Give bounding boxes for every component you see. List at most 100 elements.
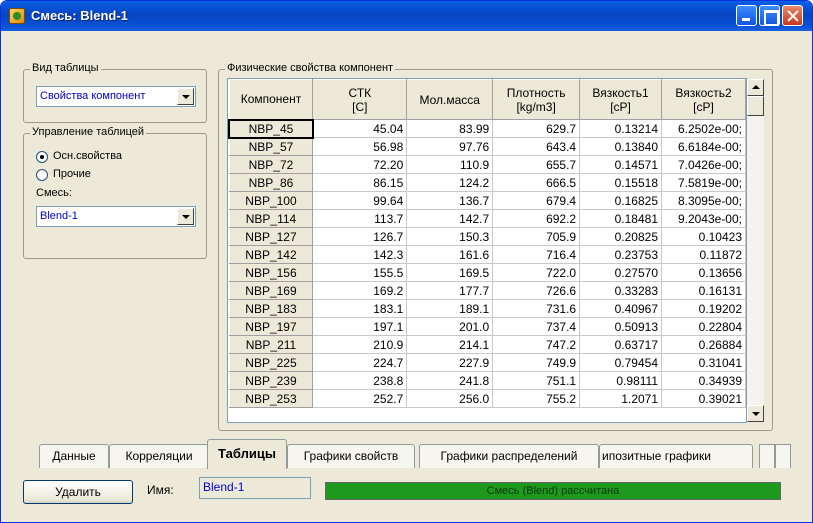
table-cell[interactable]: 142.3 [312, 245, 408, 264]
table-cell[interactable]: 238.8 [312, 371, 408, 390]
table-cell[interactable]: 224.7 [312, 353, 408, 372]
column-header-viscosity1[interactable]: Вязкость1 [cP] [579, 79, 663, 120]
component-name-cell[interactable]: NBP_183 [228, 299, 314, 318]
table-cell[interactable]: 161.6 [406, 245, 494, 264]
table-cell[interactable]: 142.7 [406, 209, 494, 228]
component-name-cell[interactable]: NBP_225 [228, 353, 314, 372]
close-button[interactable] [782, 5, 803, 26]
table-cell[interactable]: 99.64 [312, 191, 408, 210]
table-cell[interactable]: 8.3095e-00; [661, 191, 746, 210]
table-cell[interactable]: 210.9 [312, 335, 408, 354]
component-name-cell[interactable]: NBP_127 [228, 227, 314, 246]
maximize-button[interactable] [759, 5, 780, 26]
table-cell[interactable]: 666.5 [492, 173, 581, 192]
scroll-up-arrow-icon[interactable] [747, 79, 764, 96]
table-row[interactable]: NBP_169 169.2 177.7 726.6 0.33283 0.16131 [228, 281, 746, 300]
table-cell[interactable]: 124.2 [406, 173, 494, 192]
radio-other[interactable]: Прочие [36, 167, 186, 183]
tab-property-charts[interactable]: Графики свойств [287, 444, 415, 468]
table-cell[interactable]: 97.76 [406, 137, 494, 156]
table-cell[interactable]: 110.9 [406, 155, 494, 174]
table-cell[interactable]: 747.2 [492, 335, 581, 354]
table-cell[interactable]: 0.16825 [579, 191, 663, 210]
table-cell[interactable]: 189.1 [406, 299, 494, 318]
table-cell[interactable]: 72.20 [312, 155, 408, 174]
minimize-button[interactable] [736, 5, 757, 26]
radio-main-properties[interactable]: Осн.свойства [36, 149, 186, 165]
table-cell[interactable]: 722.0 [492, 263, 581, 282]
table-cell[interactable]: 7.0426e-00; [661, 155, 746, 174]
table-cell[interactable]: 0.13840 [579, 137, 663, 156]
table-cell[interactable]: 155.5 [312, 263, 408, 282]
table-row[interactable]: NBP_86 86.15 124.2 666.5 0.15518 7.5819e-00; [228, 173, 746, 192]
table-cell[interactable]: 0.11872 [661, 245, 746, 264]
table-row[interactable]: NBP_127 126.7 150.3 705.9 0.20825 0.10423 [228, 227, 746, 246]
table-cell[interactable]: 45.04 [312, 119, 408, 138]
table-cell[interactable]: 0.10423 [661, 227, 746, 246]
scroll-down-arrow-icon[interactable] [747, 405, 764, 422]
table-cell[interactable]: 0.27570 [579, 263, 663, 282]
component-name-cell[interactable]: NBP_72 [228, 155, 314, 174]
table-row[interactable]: NBP_114 113.7 142.7 692.2 0.18481 9.2043e-00; [228, 209, 746, 228]
table-cell[interactable]: 716.4 [492, 245, 581, 264]
table-cell[interactable]: 679.4 [492, 191, 581, 210]
component-name-cell[interactable]: NBP_142 [228, 245, 314, 264]
table-cell[interactable]: 737.4 [492, 317, 581, 336]
view-type-select[interactable]: Свойства компонент [36, 86, 196, 107]
table-cell[interactable]: 0.13214 [579, 119, 663, 138]
table-cell[interactable]: 0.31041 [661, 353, 746, 372]
component-name-cell[interactable]: NBP_45 [228, 118, 314, 139]
name-field[interactable]: Blend-1 [199, 477, 311, 499]
component-name-cell[interactable]: NBP_239 [228, 371, 314, 390]
delete-button[interactable]: Удалить [23, 480, 133, 504]
table-cell[interactable]: 0.40967 [579, 299, 663, 318]
tab-composite-charts[interactable]: ипозитные графики [599, 444, 753, 468]
component-name-cell[interactable]: NBP_86 [228, 173, 314, 192]
table-row[interactable]: NBP_225 224.7 227.9 749.9 0.79454 0.31041 [228, 353, 746, 372]
table-cell[interactable]: 197.1 [312, 317, 408, 336]
table-row[interactable]: NBP_57 56.98 97.76 643.4 0.13840 6.6184e-00; [228, 137, 746, 156]
table-cell[interactable]: 169.5 [406, 263, 494, 282]
table-cell[interactable]: 150.3 [406, 227, 494, 246]
table-cell[interactable]: 9.2043e-00; [661, 209, 746, 228]
properties-table-container[interactable]: Компонент СТК [C] Мол.масса Плотность [kg/… [227, 78, 747, 423]
table-cell[interactable]: 0.23753 [579, 245, 663, 264]
table-cell[interactable]: 6.2502e-00; [661, 119, 746, 138]
table-cell[interactable]: 0.22804 [661, 317, 746, 336]
component-name-cell[interactable]: NBP_197 [228, 317, 314, 336]
column-header-density[interactable]: Плотность [kg/m3] [492, 79, 581, 120]
tab-scroll-right[interactable] [775, 444, 791, 468]
table-cell[interactable]: 0.50913 [579, 317, 663, 336]
table-cell[interactable]: 0.98111 [579, 371, 663, 390]
table-cell[interactable]: 83.99 [406, 119, 494, 138]
radio-checked-icon[interactable] [36, 151, 48, 163]
table-cell[interactable]: 0.79454 [579, 353, 663, 372]
table-cell[interactable]: 0.16131 [661, 281, 746, 300]
blend-app-icon[interactable] [9, 8, 25, 24]
table-cell[interactable]: 751.1 [492, 371, 581, 390]
table-vertical-scrollbar[interactable] [747, 79, 764, 422]
tab-correlations[interactable]: Корреляции [109, 444, 209, 468]
table-cell[interactable]: 731.6 [492, 299, 581, 318]
table-cell[interactable]: 1.2071 [579, 389, 663, 408]
chevron-down-icon[interactable] [177, 88, 194, 105]
table-cell[interactable]: 201.0 [406, 317, 494, 336]
table-cell[interactable]: 177.7 [406, 281, 494, 300]
table-cell[interactable]: 7.5819e-00; [661, 173, 746, 192]
component-name-cell[interactable]: NBP_169 [228, 281, 314, 300]
table-row[interactable]: NBP_72 72.20 110.9 655.7 0.14571 7.0426e-00; [228, 155, 746, 174]
table-cell[interactable]: 86.15 [312, 173, 408, 192]
component-name-cell[interactable]: NBP_156 [228, 263, 314, 282]
table-cell[interactable]: 0.14571 [579, 155, 663, 174]
table-cell[interactable]: 214.1 [406, 335, 494, 354]
table-cell[interactable]: 0.18481 [579, 209, 663, 228]
table-cell[interactable]: 241.8 [406, 371, 494, 390]
table-cell[interactable]: 0.63717 [579, 335, 663, 354]
table-cell[interactable]: 726.6 [492, 281, 581, 300]
table-cell[interactable]: 629.7 [492, 119, 581, 138]
table-cell[interactable]: 0.34939 [661, 371, 746, 390]
table-cell[interactable]: 655.7 [492, 155, 581, 174]
column-header-component[interactable]: Компонент [228, 79, 314, 120]
table-row[interactable]: NBP_183 183.1 189.1 731.6 0.40967 0.19202 [228, 299, 746, 318]
table-row[interactable]: NBP_239 238.8 241.8 751.1 0.98111 0.34939 [228, 371, 746, 390]
